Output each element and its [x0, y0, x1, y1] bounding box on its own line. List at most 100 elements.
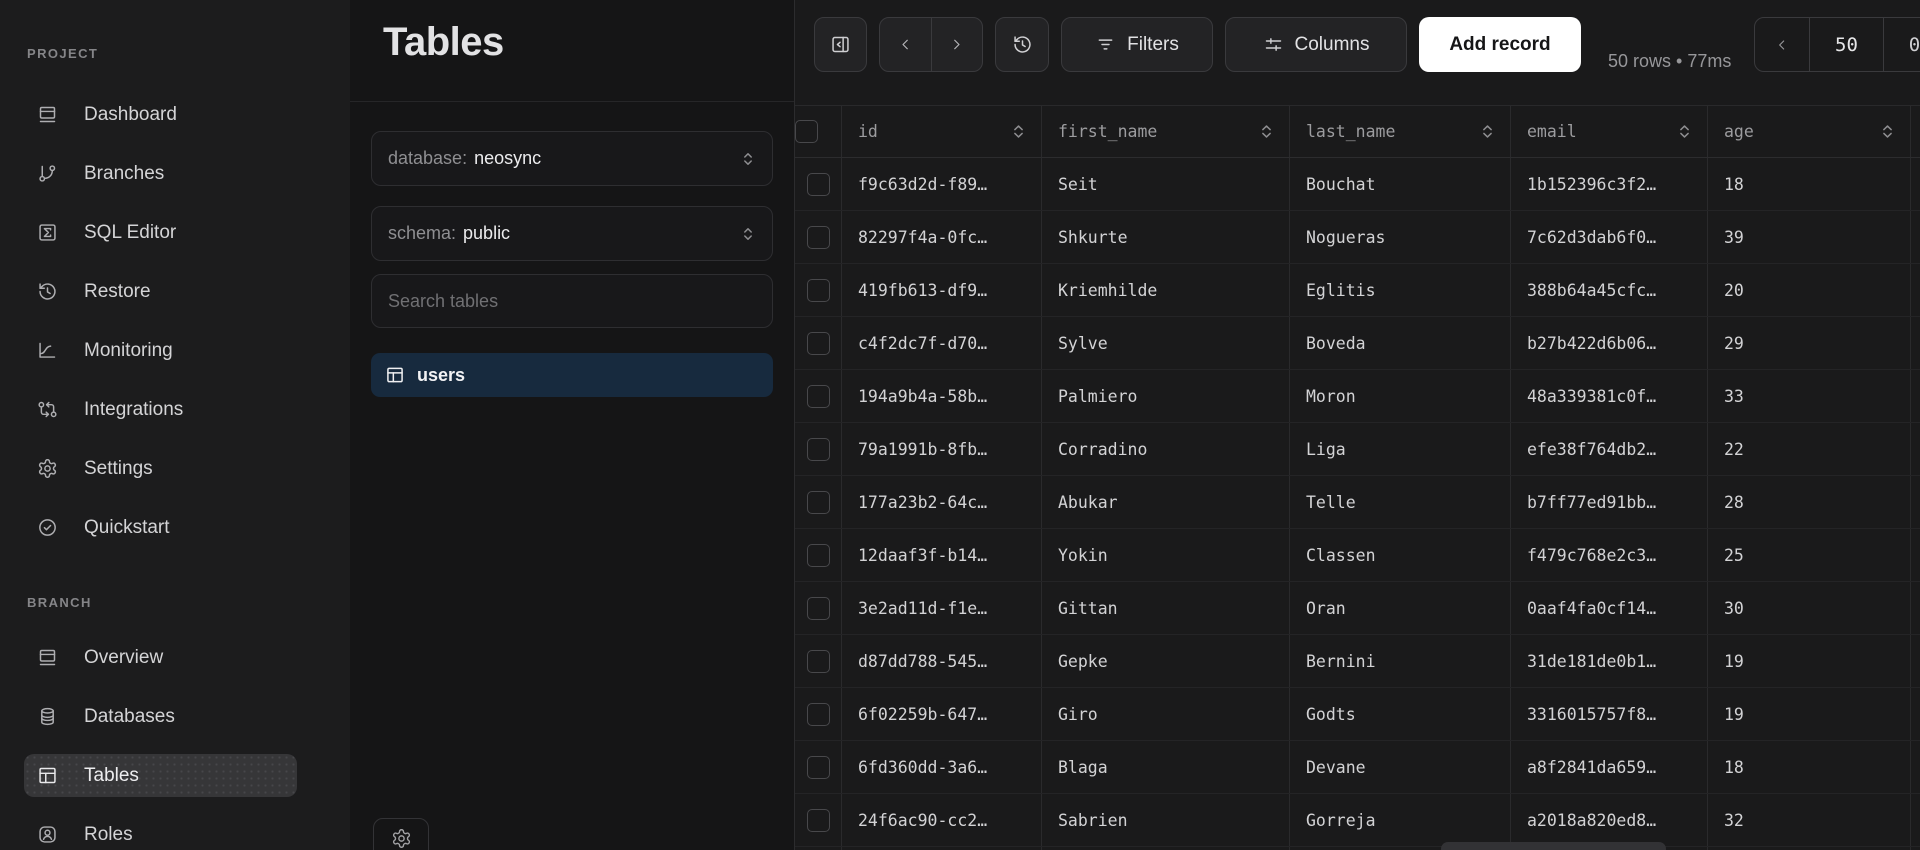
table-row[interactable]: 177a23b2-64c… Abukar Telle b7ff77ed91bb…… — [795, 476, 1920, 529]
sidebar-item-roles[interactable]: Roles — [24, 813, 297, 850]
row-checkbox[interactable] — [807, 756, 830, 779]
cell-age[interactable]: 18 — [1708, 741, 1911, 793]
sort-icon[interactable] — [1010, 123, 1027, 140]
cell-id[interactable]: 24f6ac90-cc2… — [842, 794, 1042, 846]
row-checkbox[interactable] — [807, 703, 830, 726]
row-checkbox[interactable] — [807, 597, 830, 620]
cell-age[interactable]: 22 — [1708, 423, 1911, 475]
schema-select[interactable]: schema: public — [371, 206, 773, 261]
prev-button[interactable] — [880, 18, 931, 71]
cell-email[interactable]: a8f2841da659… — [1511, 741, 1708, 793]
cell-age[interactable]: 33 — [1708, 370, 1911, 422]
cell-id[interactable]: 177a23b2-64c… — [842, 476, 1042, 528]
sort-icon[interactable] — [1258, 123, 1275, 140]
cell-last-name[interactable]: Eglitis — [1290, 264, 1511, 316]
cell-age[interactable]: 19 — [1708, 688, 1911, 740]
cell-email[interactable]: 0aaf4fa0cf14… — [1511, 582, 1708, 634]
cell-id[interactable]: 6fd360dd-3a6… — [842, 741, 1042, 793]
column-header-last-name[interactable]: last_name — [1290, 106, 1511, 157]
page-prev-button[interactable] — [1755, 18, 1809, 71]
table-row[interactable]: 194a9b4a-58b… Palmiero Moron 48a339381c0… — [795, 370, 1920, 423]
sidebar-item-overview[interactable]: Overview — [24, 636, 297, 679]
cell-age[interactable]: 28 — [1708, 476, 1911, 528]
cell-id[interactable]: 12daaf3f-b14… — [842, 529, 1042, 581]
refresh-history-button[interactable] — [995, 17, 1049, 72]
cell-last-name[interactable]: Bernini — [1290, 635, 1511, 687]
cell-last-name[interactable]: Devane — [1290, 741, 1511, 793]
cell-id[interactable]: 419fb613-df9… — [842, 264, 1042, 316]
cell-last-name[interactable]: Classen — [1290, 529, 1511, 581]
cell-email[interactable]: 48a339381c0f… — [1511, 370, 1708, 422]
select-all-checkbox[interactable] — [795, 120, 818, 143]
cell-email[interactable]: b27b422d6b06… — [1511, 317, 1708, 369]
table-row[interactable]: c4f2dc7f-d70… Sylve Boveda b27b422d6b06…… — [795, 317, 1920, 370]
cell-id[interactable]: c4f2dc7f-d70… — [842, 317, 1042, 369]
search-tables-input[interactable] — [388, 291, 756, 312]
page-size-value[interactable]: 50 — [1809, 18, 1883, 71]
sidebar-item-integrations[interactable]: Integrations — [24, 388, 297, 431]
row-checkbox[interactable] — [807, 332, 830, 355]
table-row[interactable]: 6f02259b-647… Giro Godts 3316015757f8… 1… — [795, 688, 1920, 741]
cell-age[interactable]: 19 — [1708, 635, 1911, 687]
cell-last-name[interactable]: Bouchat — [1290, 158, 1511, 210]
table-row[interactable]: 24f6ac90-cc2… Sabrien Gorreja a2018a820e… — [795, 794, 1920, 847]
cell-first-name[interactable]: Shkurte — [1042, 211, 1290, 263]
next-button[interactable] — [931, 18, 982, 71]
cell-first-name[interactable]: Blaga — [1042, 741, 1290, 793]
cell-email[interactable]: efe38f764db2… — [1511, 423, 1708, 475]
sidebar-item-monitoring[interactable]: Monitoring — [24, 329, 297, 372]
cell-last-name[interactable]: Boveda — [1290, 317, 1511, 369]
panel-settings-button[interactable] — [373, 818, 429, 850]
table-row[interactable]: f9c63d2d-f89… Seit Bouchat 1b152396c3f2…… — [795, 158, 1920, 211]
table-row[interactable]: 6fd360dd-3a6… Blaga Devane a8f2841da659…… — [795, 741, 1920, 794]
row-checkbox[interactable] — [807, 544, 830, 567]
sort-icon[interactable] — [1676, 123, 1693, 140]
cell-email[interactable]: 7c62d3dab6f0… — [1511, 211, 1708, 263]
row-checkbox[interactable] — [807, 438, 830, 461]
sidebar-item-settings[interactable]: Settings — [24, 447, 297, 490]
row-checkbox[interactable] — [807, 385, 830, 408]
cell-email[interactable]: b7ff77ed91bb… — [1511, 476, 1708, 528]
cell-first-name[interactable]: Yokin — [1042, 529, 1290, 581]
cell-age[interactable]: 20 — [1708, 264, 1911, 316]
row-checkbox[interactable] — [807, 226, 830, 249]
sort-icon[interactable] — [1479, 123, 1496, 140]
sidebar-item-tables[interactable]: Tables — [24, 754, 297, 797]
row-checkbox[interactable] — [807, 809, 830, 832]
cell-id[interactable]: f9c63d2d-f89… — [842, 158, 1042, 210]
cell-first-name[interactable]: Sabrien — [1042, 794, 1290, 846]
cell-email[interactable]: f479c768e2c3… — [1511, 529, 1708, 581]
cell-email[interactable]: 3316015757f8… — [1511, 688, 1708, 740]
cell-first-name[interactable]: Kriemhilde — [1042, 264, 1290, 316]
cell-first-name[interactable]: Palmiero — [1042, 370, 1290, 422]
columns-button[interactable]: Columns — [1225, 17, 1407, 72]
sidebar-item-quickstart[interactable]: Quickstart — [24, 506, 297, 549]
row-checkbox[interactable] — [807, 491, 830, 514]
cell-first-name[interactable]: Giro — [1042, 688, 1290, 740]
cell-last-name[interactable]: Godts — [1290, 688, 1511, 740]
column-header-first-name[interactable]: first_name — [1042, 106, 1290, 157]
collapse-panel-button[interactable] — [814, 17, 867, 72]
table-row[interactable]: 82297f4a-0fc… Shkurte Nogueras 7c62d3dab… — [795, 211, 1920, 264]
cell-last-name[interactable]: Oran — [1290, 582, 1511, 634]
sidebar-item-dashboard[interactable]: Dashboard — [24, 93, 297, 136]
sidebar-item-branches[interactable]: Branches — [24, 152, 297, 195]
table-row[interactable]: 419fb613-df9… Kriemhilde Eglitis 388b64a… — [795, 264, 1920, 317]
column-header-age[interactable]: age — [1708, 106, 1911, 157]
row-checkbox[interactable] — [807, 650, 830, 673]
cell-id[interactable]: 3e2ad11d-f1e… — [842, 582, 1042, 634]
database-select[interactable]: database: neosync — [371, 131, 773, 186]
cell-email[interactable]: 1b152396c3f2… — [1511, 158, 1708, 210]
cell-age[interactable]: 32 — [1708, 794, 1911, 846]
cell-email[interactable]: a2018a820ed8… — [1511, 794, 1708, 846]
table-row[interactable]: d87dd788-545… Gepke Bernini 31de181de0b1… — [795, 635, 1920, 688]
cell-id[interactable]: 79a1991b-8fb… — [842, 423, 1042, 475]
cell-age[interactable]: 18 — [1708, 158, 1911, 210]
sidebar-item-databases[interactable]: Databases — [24, 695, 297, 738]
cell-id[interactable]: 82297f4a-0fc… — [842, 211, 1042, 263]
cell-age[interactable]: 30 — [1708, 582, 1911, 634]
cell-age[interactable]: 25 — [1708, 529, 1911, 581]
cell-first-name[interactable]: Corradino — [1042, 423, 1290, 475]
table-list-item-users[interactable]: users — [371, 353, 773, 397]
cell-first-name[interactable]: Gittan — [1042, 582, 1290, 634]
